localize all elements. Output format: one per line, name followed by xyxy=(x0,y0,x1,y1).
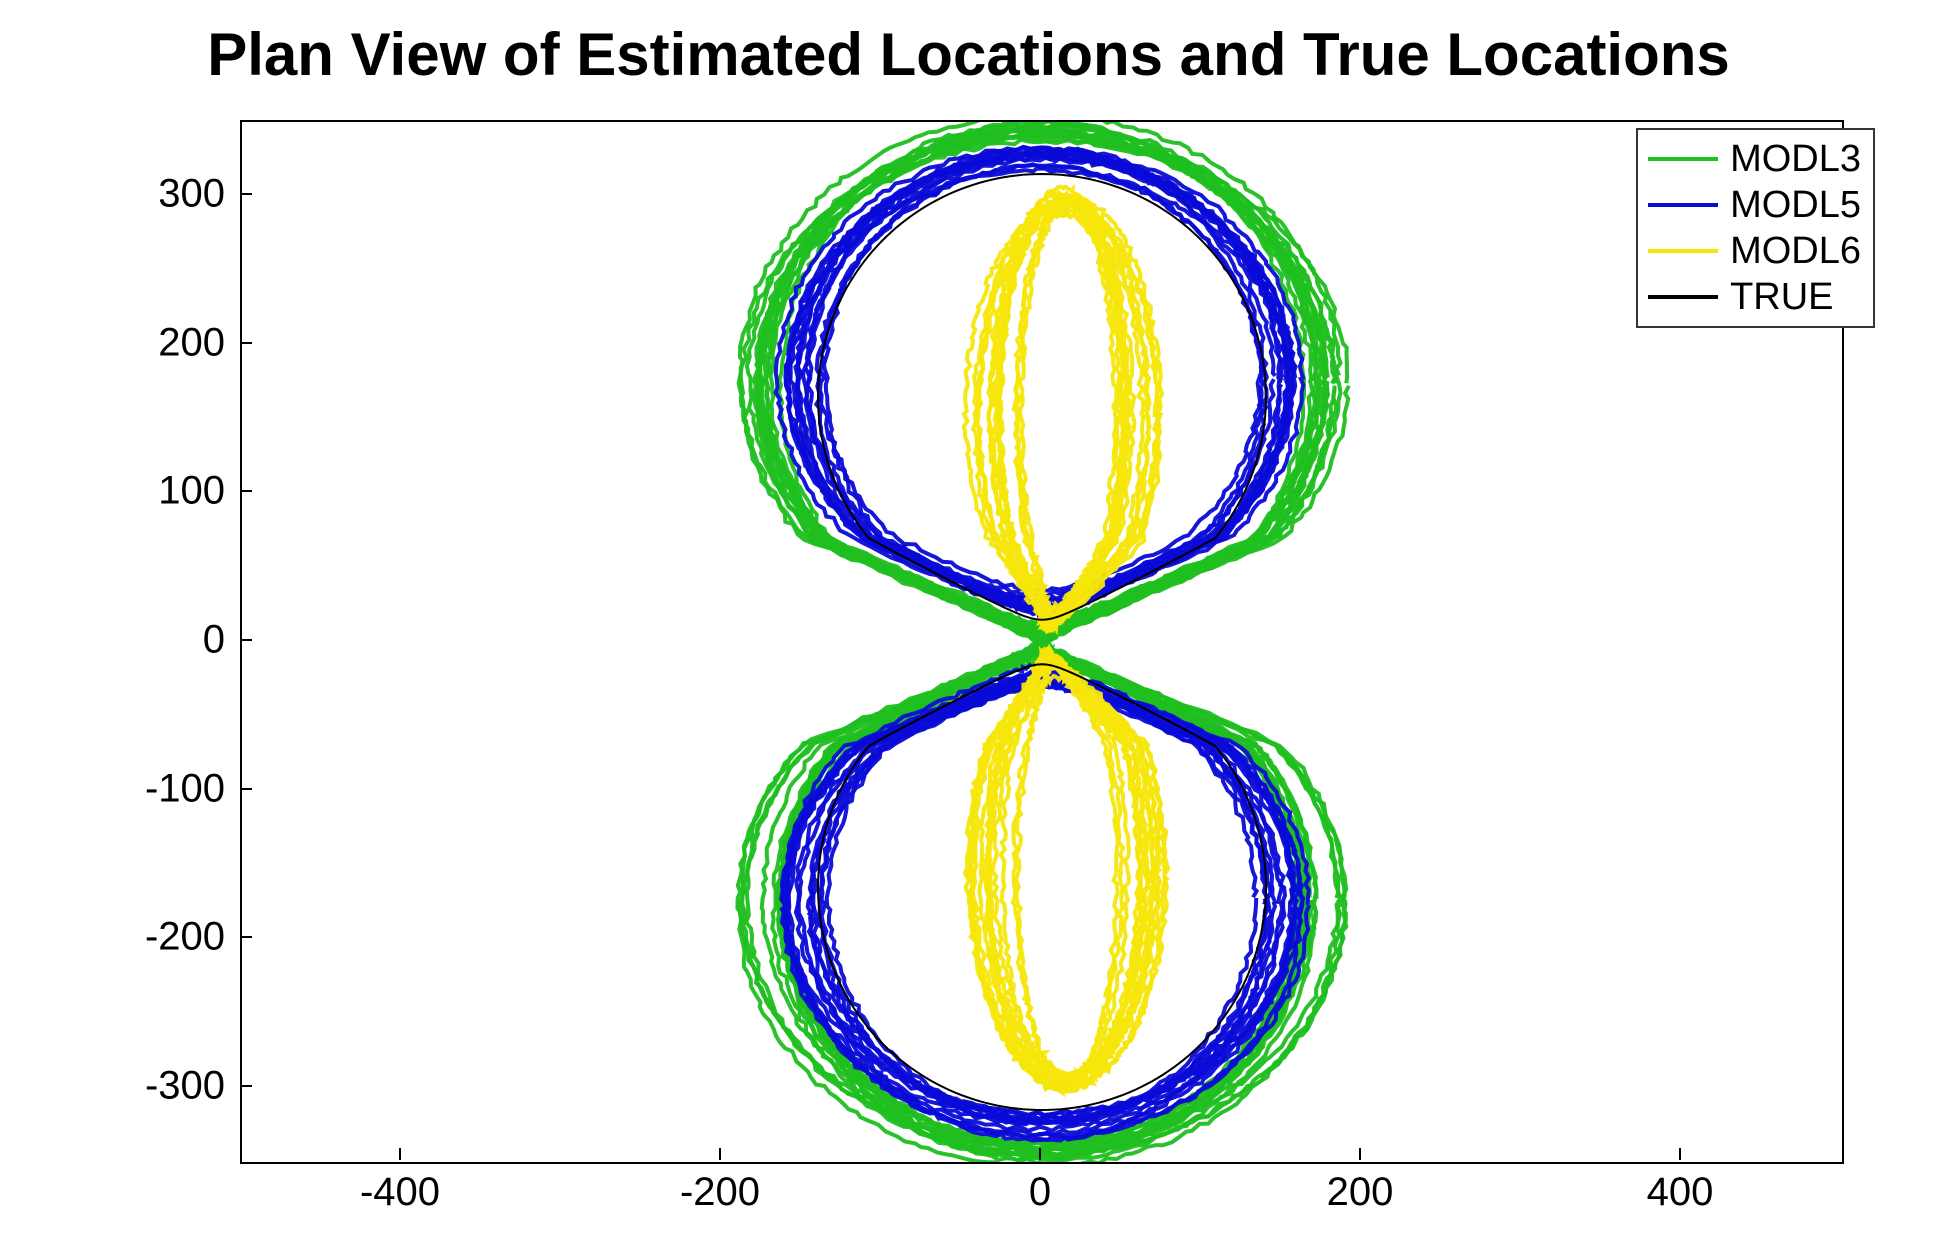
y-tick-mark xyxy=(240,193,252,195)
axes-box xyxy=(240,120,1844,1164)
y-tick-label: -200 xyxy=(145,915,225,960)
x-tick-mark xyxy=(399,1148,401,1160)
x-tick-label: 400 xyxy=(1647,1170,1714,1215)
series-path-modl6 xyxy=(1016,197,1125,625)
legend-item-modl5: MODL5 xyxy=(1648,182,1861,228)
legend-label-modl6: MODL6 xyxy=(1730,230,1861,273)
y-tick-label: -300 xyxy=(145,1063,225,1108)
y-tick-mark xyxy=(240,639,252,641)
legend: MODL3 MODL5 MODL6 TRUE xyxy=(1636,128,1875,328)
chart-title: Plan View of Estimated Locations and Tru… xyxy=(0,20,1937,89)
series-path-modl5 xyxy=(813,684,1282,1120)
legend-label-modl3: MODL3 xyxy=(1730,138,1861,181)
y-tick-label: 0 xyxy=(203,618,225,663)
y-tick-mark xyxy=(240,788,252,790)
x-tick-label: 0 xyxy=(1029,1170,1051,1215)
x-tick-label: -200 xyxy=(680,1170,760,1215)
y-tick-label: -100 xyxy=(145,766,225,811)
legend-item-true: TRUE xyxy=(1648,274,1861,320)
x-tick-mark xyxy=(1039,1148,1041,1160)
x-tick-label: 200 xyxy=(1327,1170,1394,1215)
x-tick-mark xyxy=(1679,1148,1681,1160)
y-tick-label: 100 xyxy=(158,469,225,514)
series-path-modl3 xyxy=(762,120,1318,642)
legend-item-modl3: MODL3 xyxy=(1648,136,1861,182)
x-tick-mark xyxy=(1359,1148,1361,1160)
legend-swatch-true xyxy=(1648,295,1718,299)
x-tick-mark xyxy=(719,1148,721,1160)
legend-swatch-modl6 xyxy=(1648,249,1718,253)
legend-label-true: TRUE xyxy=(1730,276,1833,319)
y-tick-label: 300 xyxy=(158,172,225,217)
y-tick-mark xyxy=(240,936,252,938)
legend-label-modl5: MODL5 xyxy=(1730,184,1861,227)
y-tick-label: 200 xyxy=(158,320,225,365)
legend-swatch-modl3 xyxy=(1648,157,1718,161)
legend-swatch-modl5 xyxy=(1648,203,1718,207)
plot-area xyxy=(242,122,1842,1162)
y-tick-mark xyxy=(240,490,252,492)
figure: Plan View of Estimated Locations and Tru… xyxy=(0,0,1937,1260)
y-tick-mark xyxy=(240,342,252,344)
x-tick-label: -400 xyxy=(360,1170,440,1215)
legend-item-modl6: MODL6 xyxy=(1648,228,1861,274)
y-tick-mark xyxy=(240,1085,252,1087)
